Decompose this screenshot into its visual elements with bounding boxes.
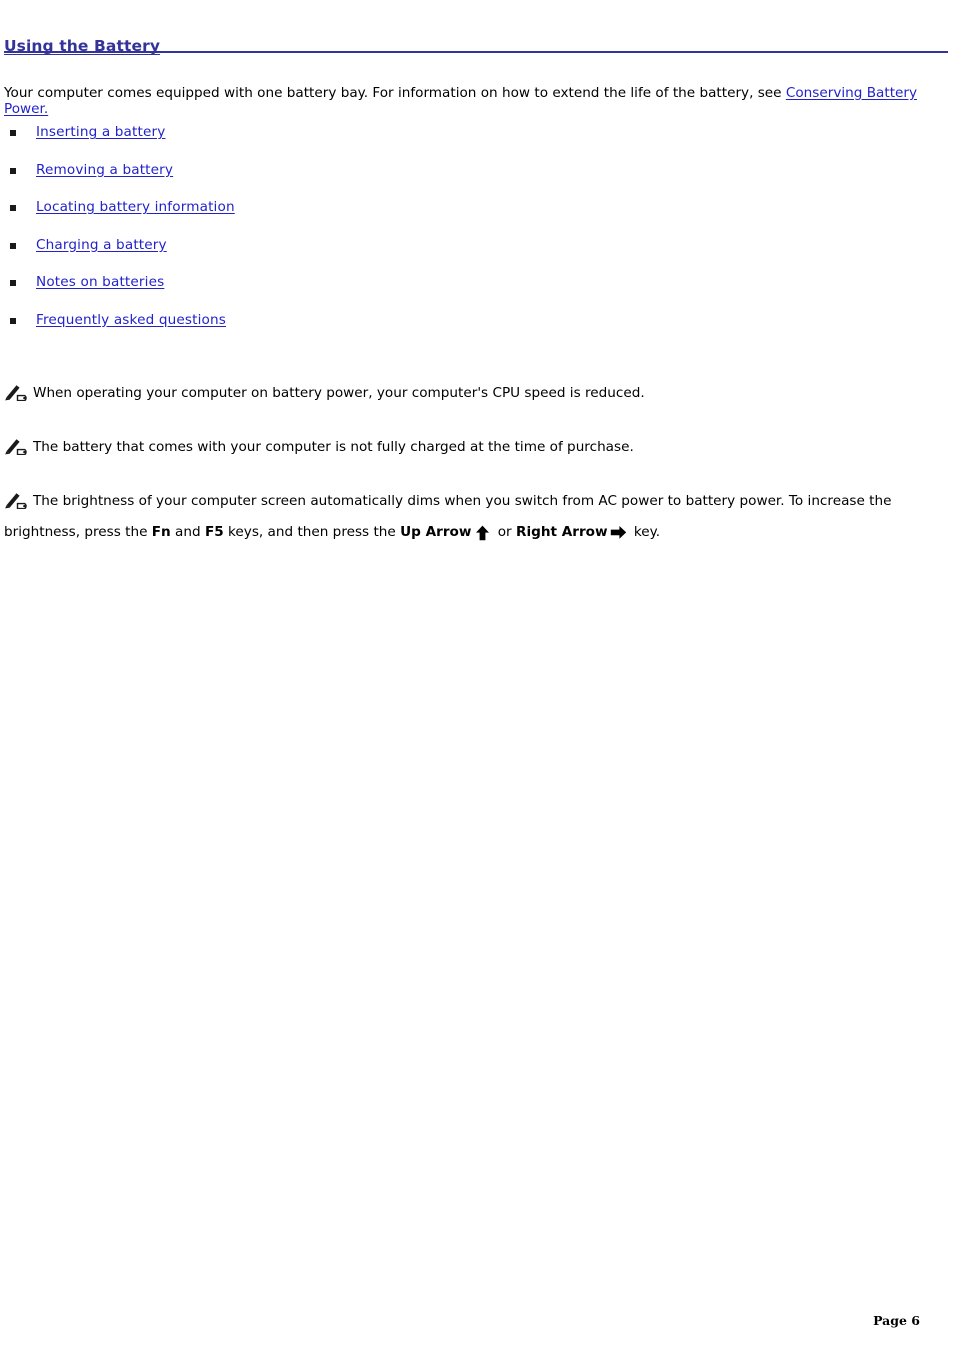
note-text-segment: key. [629, 523, 661, 540]
link-frequently-asked-questions[interactable]: Frequently asked questions [36, 312, 226, 328]
bullet-square-icon [10, 167, 16, 174]
list-item: Notes on batteries [0, 274, 600, 312]
intro-paragraph: Your computer comes equipped with one ba… [4, 85, 934, 118]
list-item: Removing a battery [0, 162, 600, 200]
list-item: Inserting a battery [0, 124, 600, 162]
right-arrow-icon [608, 518, 630, 549]
note-paragraph: The brightness of your computer screen a… [4, 486, 934, 549]
bullet-square-icon [10, 280, 16, 286]
link-locating-battery-information[interactable]: Locating battery information [36, 199, 235, 215]
note-paragraph: When operating your computer on battery … [4, 378, 934, 408]
note-text: The battery that comes with your compute… [33, 438, 634, 455]
topic-link-list: Inserting a battery Removing a battery L… [0, 124, 600, 349]
page-number: Page 6 [873, 1313, 920, 1328]
link-removing-a-battery[interactable]: Removing a battery [36, 162, 173, 178]
bullet-square-icon [10, 130, 16, 136]
note-text: When operating your computer on battery … [33, 384, 645, 401]
link-notes-on-batteries[interactable]: Notes on batteries [36, 274, 164, 290]
key-fn: Fn [151, 523, 171, 540]
note-pencil-icon [4, 438, 30, 455]
title-divider [4, 51, 948, 53]
note-pencil-icon [4, 384, 30, 401]
list-item: Locating battery information [0, 199, 600, 237]
document-page: Using the Battery Your computer comes eq… [0, 0, 954, 1351]
list-item: Charging a battery [0, 237, 600, 275]
link-inserting-a-battery[interactable]: Inserting a battery [36, 124, 165, 140]
key-f5: F5 [204, 523, 224, 540]
list-item: Frequently asked questions [0, 312, 600, 350]
up-arrow-icon [471, 518, 493, 549]
note-pencil-icon [4, 492, 30, 509]
note-text-segment: or [493, 523, 516, 540]
note-paragraph: The battery that comes with your compute… [4, 432, 934, 462]
bullet-square-icon [10, 242, 16, 249]
bullet-square-icon [10, 317, 16, 324]
key-up-arrow-label: Up Arrow [400, 523, 472, 540]
intro-text: Your computer comes equipped with one ba… [4, 84, 786, 101]
note-text-segment: keys, and then press the [223, 523, 401, 540]
note-text-segment: and [170, 523, 205, 540]
bullet-square-icon [10, 205, 16, 211]
link-charging-a-battery[interactable]: Charging a battery [36, 237, 167, 253]
key-right-arrow-label: Right Arrow [515, 523, 608, 540]
